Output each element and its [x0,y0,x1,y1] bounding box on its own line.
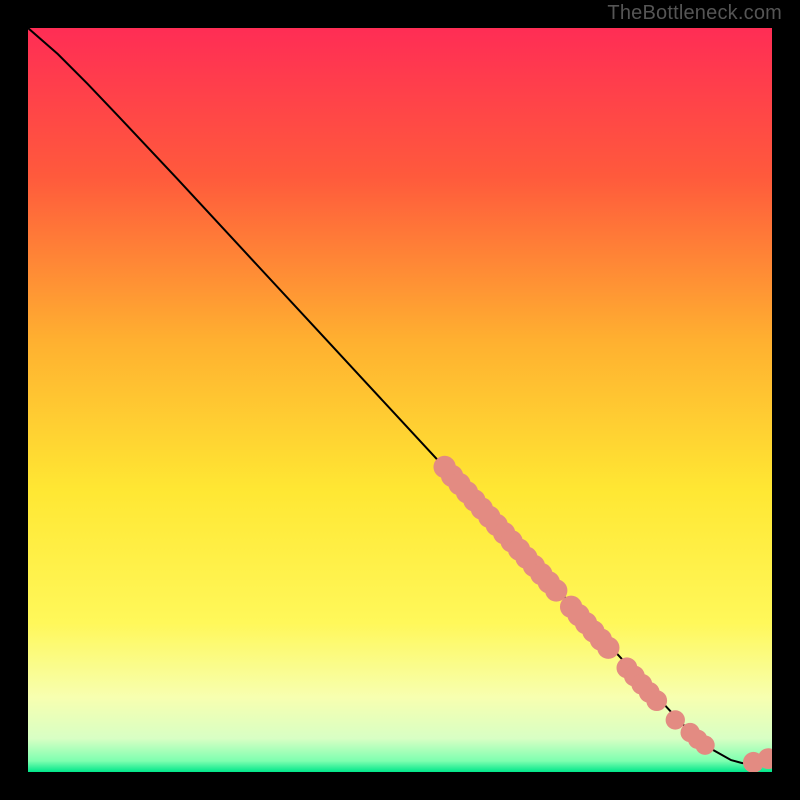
highlight-dot [646,690,667,711]
chart-stage: TheBottleneck.com [0,0,800,800]
plot-area [28,28,772,772]
highlight-dot [695,736,714,755]
highlight-dot [666,710,685,729]
watermark-label: TheBottleneck.com [607,2,782,25]
chart-svg [28,28,772,772]
highlight-dot [597,637,619,659]
